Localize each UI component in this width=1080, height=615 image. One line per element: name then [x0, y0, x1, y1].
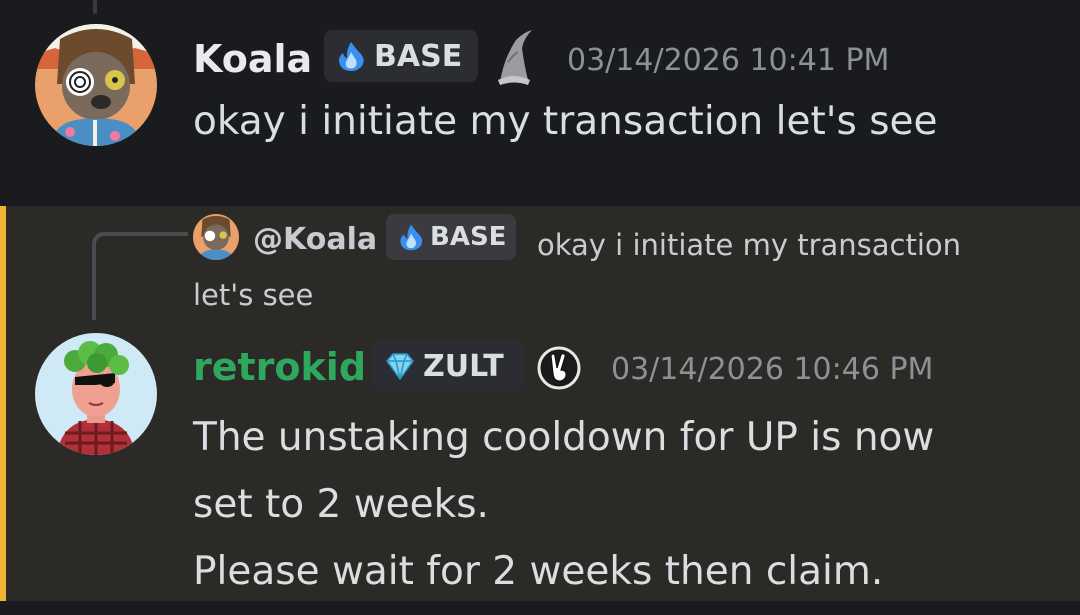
diamond-icon	[386, 353, 414, 381]
tag-label: ZULT	[423, 348, 504, 384]
blue-flame-icon	[400, 224, 423, 251]
retrokid-avatar[interactable]	[35, 333, 157, 455]
koala-avatar[interactable]	[35, 24, 157, 146]
wizard-hat-icon	[498, 30, 532, 85]
mention-highlight-bar	[0, 206, 6, 601]
blue-flame-icon	[339, 42, 364, 71]
message-content: The unstaking cooldown for UP is now set…	[193, 404, 934, 605]
username-retrokid[interactable]: retrokid	[193, 348, 366, 386]
tag-label: BASE	[430, 222, 507, 252]
thread-line	[93, 0, 97, 14]
message-line: Please wait for 2 weeks then claim.	[193, 549, 884, 594]
peace-hand-icon	[537, 346, 581, 390]
timestamp[interactable]: 03/14/2026 10:46 PM	[611, 355, 933, 385]
tag-badge-zult[interactable]: ZULT	[373, 340, 523, 392]
bottom-divider	[0, 601, 1080, 615]
tag-badge-base[interactable]: BASE	[324, 30, 478, 82]
reply-tag-badge-base[interactable]: BASE	[386, 214, 517, 260]
reply-connector	[92, 232, 188, 320]
reply-mention[interactable]: @Koala	[253, 222, 377, 258]
timestamp[interactable]: 03/14/2026 10:41 PM	[567, 46, 889, 76]
message-content: okay i initiate my transaction let's see	[193, 99, 938, 144]
message-line: The unstaking cooldown for UP is now	[193, 415, 935, 460]
tag-label: BASE	[374, 38, 463, 74]
username-koala[interactable]: Koala	[193, 40, 312, 78]
message-line: set to 2 weeks.	[193, 482, 489, 527]
